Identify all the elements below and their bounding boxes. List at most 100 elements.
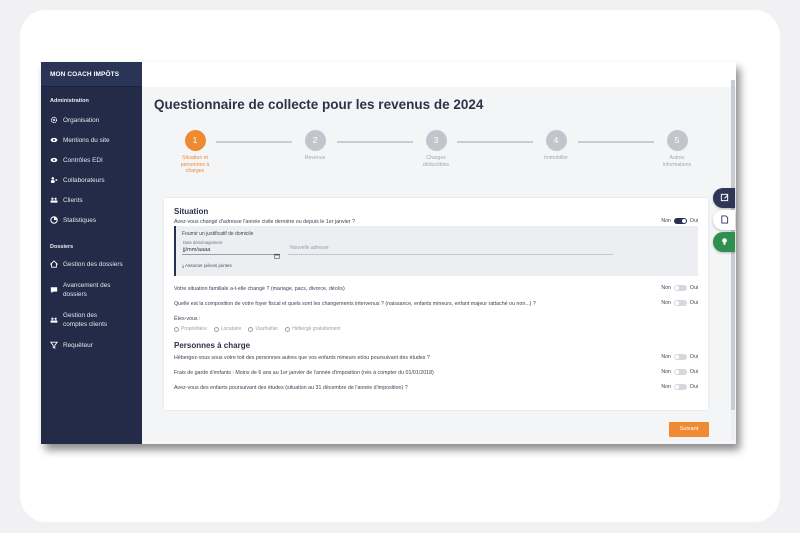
question-hosted-people: Hébergez-vous sous votre toit des person… bbox=[174, 355, 430, 361]
step-number: 5 bbox=[666, 130, 688, 151]
toggle-yes-label: Oui bbox=[689, 300, 698, 306]
status-label: Êtes-vous : bbox=[174, 316, 201, 322]
new-address-field[interactable]: Nouvelle adresse bbox=[288, 239, 613, 255]
step-4[interactable]: 4 Immobilier bbox=[526, 130, 586, 162]
toggle-students: Non Oui bbox=[661, 384, 698, 390]
step-label: Situation et personnes à charges bbox=[180, 155, 210, 174]
toggle-yes-label: Oui bbox=[689, 369, 698, 375]
chart-icon bbox=[50, 216, 58, 224]
step-1[interactable]: 1 Situation et personnes à charges bbox=[165, 130, 225, 175]
radio-dot bbox=[174, 326, 179, 332]
sidebar-item-mentions[interactable]: Mentions du site bbox=[41, 130, 142, 150]
address-subpanel: Fournir un justificatif de domicile Date… bbox=[174, 226, 698, 276]
toggle-address-change: Non Oui bbox=[661, 218, 698, 224]
sidebar-item-collaborateurs[interactable]: Collaborateurs bbox=[41, 170, 142, 190]
toggle-switch[interactable] bbox=[673, 285, 687, 291]
radio-proprietaire[interactable]: Propriétaire bbox=[174, 326, 207, 332]
step-number: 2 bbox=[304, 130, 326, 151]
toggle-no-label: Non bbox=[661, 300, 671, 306]
moving-date-field[interactable]: Date déménagement jj/mm/aaaa bbox=[182, 239, 280, 259]
sidebar-item-label: Requêteur bbox=[63, 341, 93, 349]
eye-icon bbox=[50, 136, 58, 144]
question-students: Avez-vous des enfants poursuivant des ét… bbox=[174, 385, 408, 391]
radio-dot bbox=[285, 326, 291, 332]
question-address-change: Avez-vous changé d'adresse l'année civil… bbox=[174, 219, 355, 225]
step-number: 3 bbox=[425, 130, 447, 151]
toggle-hosted-people: Non Oui bbox=[661, 354, 698, 360]
sidebar-item-controles-edi[interactable]: Contrôles EDI bbox=[41, 150, 142, 170]
toggle-no-label: Non bbox=[661, 218, 671, 224]
toggle-no-label: Non bbox=[661, 285, 671, 291]
toggle-family-change: Non Oui bbox=[661, 285, 698, 291]
document-icon bbox=[720, 211, 729, 229]
top-bar bbox=[142, 62, 736, 87]
sidebar-item-label: Gestion des comptes clients bbox=[63, 312, 108, 328]
step-connector bbox=[578, 141, 654, 143]
brand-logo[interactable]: MON COACH IMPÔTS bbox=[41, 62, 142, 87]
toggle-no-label: Non bbox=[661, 354, 671, 360]
home-icon bbox=[50, 260, 58, 268]
toggle-switch[interactable] bbox=[673, 300, 687, 306]
toggle-household: Non Oui bbox=[661, 300, 698, 306]
radio-label: Hébergé gratuitement bbox=[292, 326, 341, 332]
sidebar-item-clients[interactable]: Clients bbox=[41, 190, 142, 210]
step-2[interactable]: 2 Revenus bbox=[285, 130, 345, 162]
attach-files-link[interactable]: ⤓ Associer pièces jointes bbox=[182, 263, 232, 268]
step-label: Autres informations bbox=[662, 155, 692, 168]
gear-icon bbox=[50, 116, 58, 124]
vertical-scrollbar[interactable] bbox=[731, 80, 735, 440]
sidebar-item-label: Avancement des dossiers bbox=[63, 282, 111, 298]
step-label: Revenus bbox=[304, 155, 326, 161]
group-icon bbox=[50, 196, 58, 204]
date-value: jj/mm/aaaa bbox=[183, 247, 211, 253]
toggle-yes-label: Oui bbox=[689, 354, 698, 360]
radio-dot bbox=[248, 326, 254, 332]
sidebar-section-administration: Administration bbox=[50, 98, 89, 104]
step-label: Charges déductibles bbox=[422, 155, 450, 168]
toggle-switch[interactable] bbox=[673, 354, 687, 360]
sidebar-item-avancement[interactable]: Avancement des dossiers bbox=[41, 275, 142, 305]
toggle-yes-label: Oui bbox=[689, 384, 698, 390]
sidebar-item-label: Contrôles EDI bbox=[63, 156, 103, 164]
step-5[interactable]: 5 Autres informations bbox=[647, 130, 707, 168]
sidebar-item-label: Organisation bbox=[63, 116, 100, 124]
step-number: 1 bbox=[184, 130, 206, 151]
edit-note-icon bbox=[720, 189, 729, 207]
page-title: Questionnaire de collecte pour les reven… bbox=[154, 97, 484, 112]
tips-fab[interactable] bbox=[713, 232, 735, 252]
radio-locataire[interactable]: Locataire bbox=[213, 326, 241, 332]
main-content: Questionnaire de collecte pour les reven… bbox=[142, 62, 736, 444]
question-household: Quelle est la composition de votre foyer… bbox=[174, 301, 536, 307]
sidebar-item-comptes-clients[interactable]: Gestion des comptes clients bbox=[41, 305, 142, 335]
toggle-childcare: Non Oui bbox=[661, 369, 698, 375]
radio-heberge[interactable]: Hébergé gratuitement bbox=[285, 326, 341, 332]
sidebar-item-organisation[interactable]: Organisation bbox=[41, 110, 142, 130]
sidebar-item-label: Clients bbox=[63, 196, 83, 204]
sidebar-item-requeteur[interactable]: Requêteur bbox=[41, 335, 142, 355]
address-placeholder: Nouvelle adresse bbox=[290, 245, 329, 251]
step-connector bbox=[216, 141, 292, 143]
filter-icon bbox=[50, 341, 58, 349]
radio-label: Usufruitier bbox=[255, 326, 279, 332]
sidebar-section-dossiers: Dossiers bbox=[50, 244, 74, 250]
section-title-dependents: Personnes à charge bbox=[174, 341, 251, 350]
calendar-icon[interactable] bbox=[274, 246, 280, 259]
toggle-switch[interactable] bbox=[673, 384, 687, 390]
date-caption: Date déménagement bbox=[183, 240, 223, 245]
step-connector bbox=[337, 141, 413, 143]
radio-usufruitier[interactable]: Usufruitier bbox=[248, 326, 278, 332]
sidebar-item-gestion-dossiers[interactable]: Gestion des dossiers bbox=[41, 253, 142, 275]
sidebar-item-statistiques[interactable]: Statistiques bbox=[41, 210, 142, 230]
group-icon bbox=[50, 316, 58, 324]
step-3[interactable]: 3 Charges déductibles bbox=[406, 130, 466, 168]
step-label: Immobilier bbox=[544, 155, 568, 161]
question-family-change: Votre situation familiale a-t-elle chang… bbox=[174, 286, 345, 292]
notes-fab[interactable] bbox=[713, 188, 735, 208]
document-fab[interactable] bbox=[713, 210, 735, 230]
toggle-switch[interactable] bbox=[673, 369, 687, 375]
toggle-switch[interactable] bbox=[673, 218, 687, 224]
toggle-yes-label: Oui bbox=[689, 218, 698, 224]
sidebar-item-label: Gestion des dossiers bbox=[63, 260, 123, 268]
sidebar: MON COACH IMPÔTS Administration Organisa… bbox=[41, 62, 142, 444]
next-button[interactable]: Suivant bbox=[669, 422, 709, 437]
